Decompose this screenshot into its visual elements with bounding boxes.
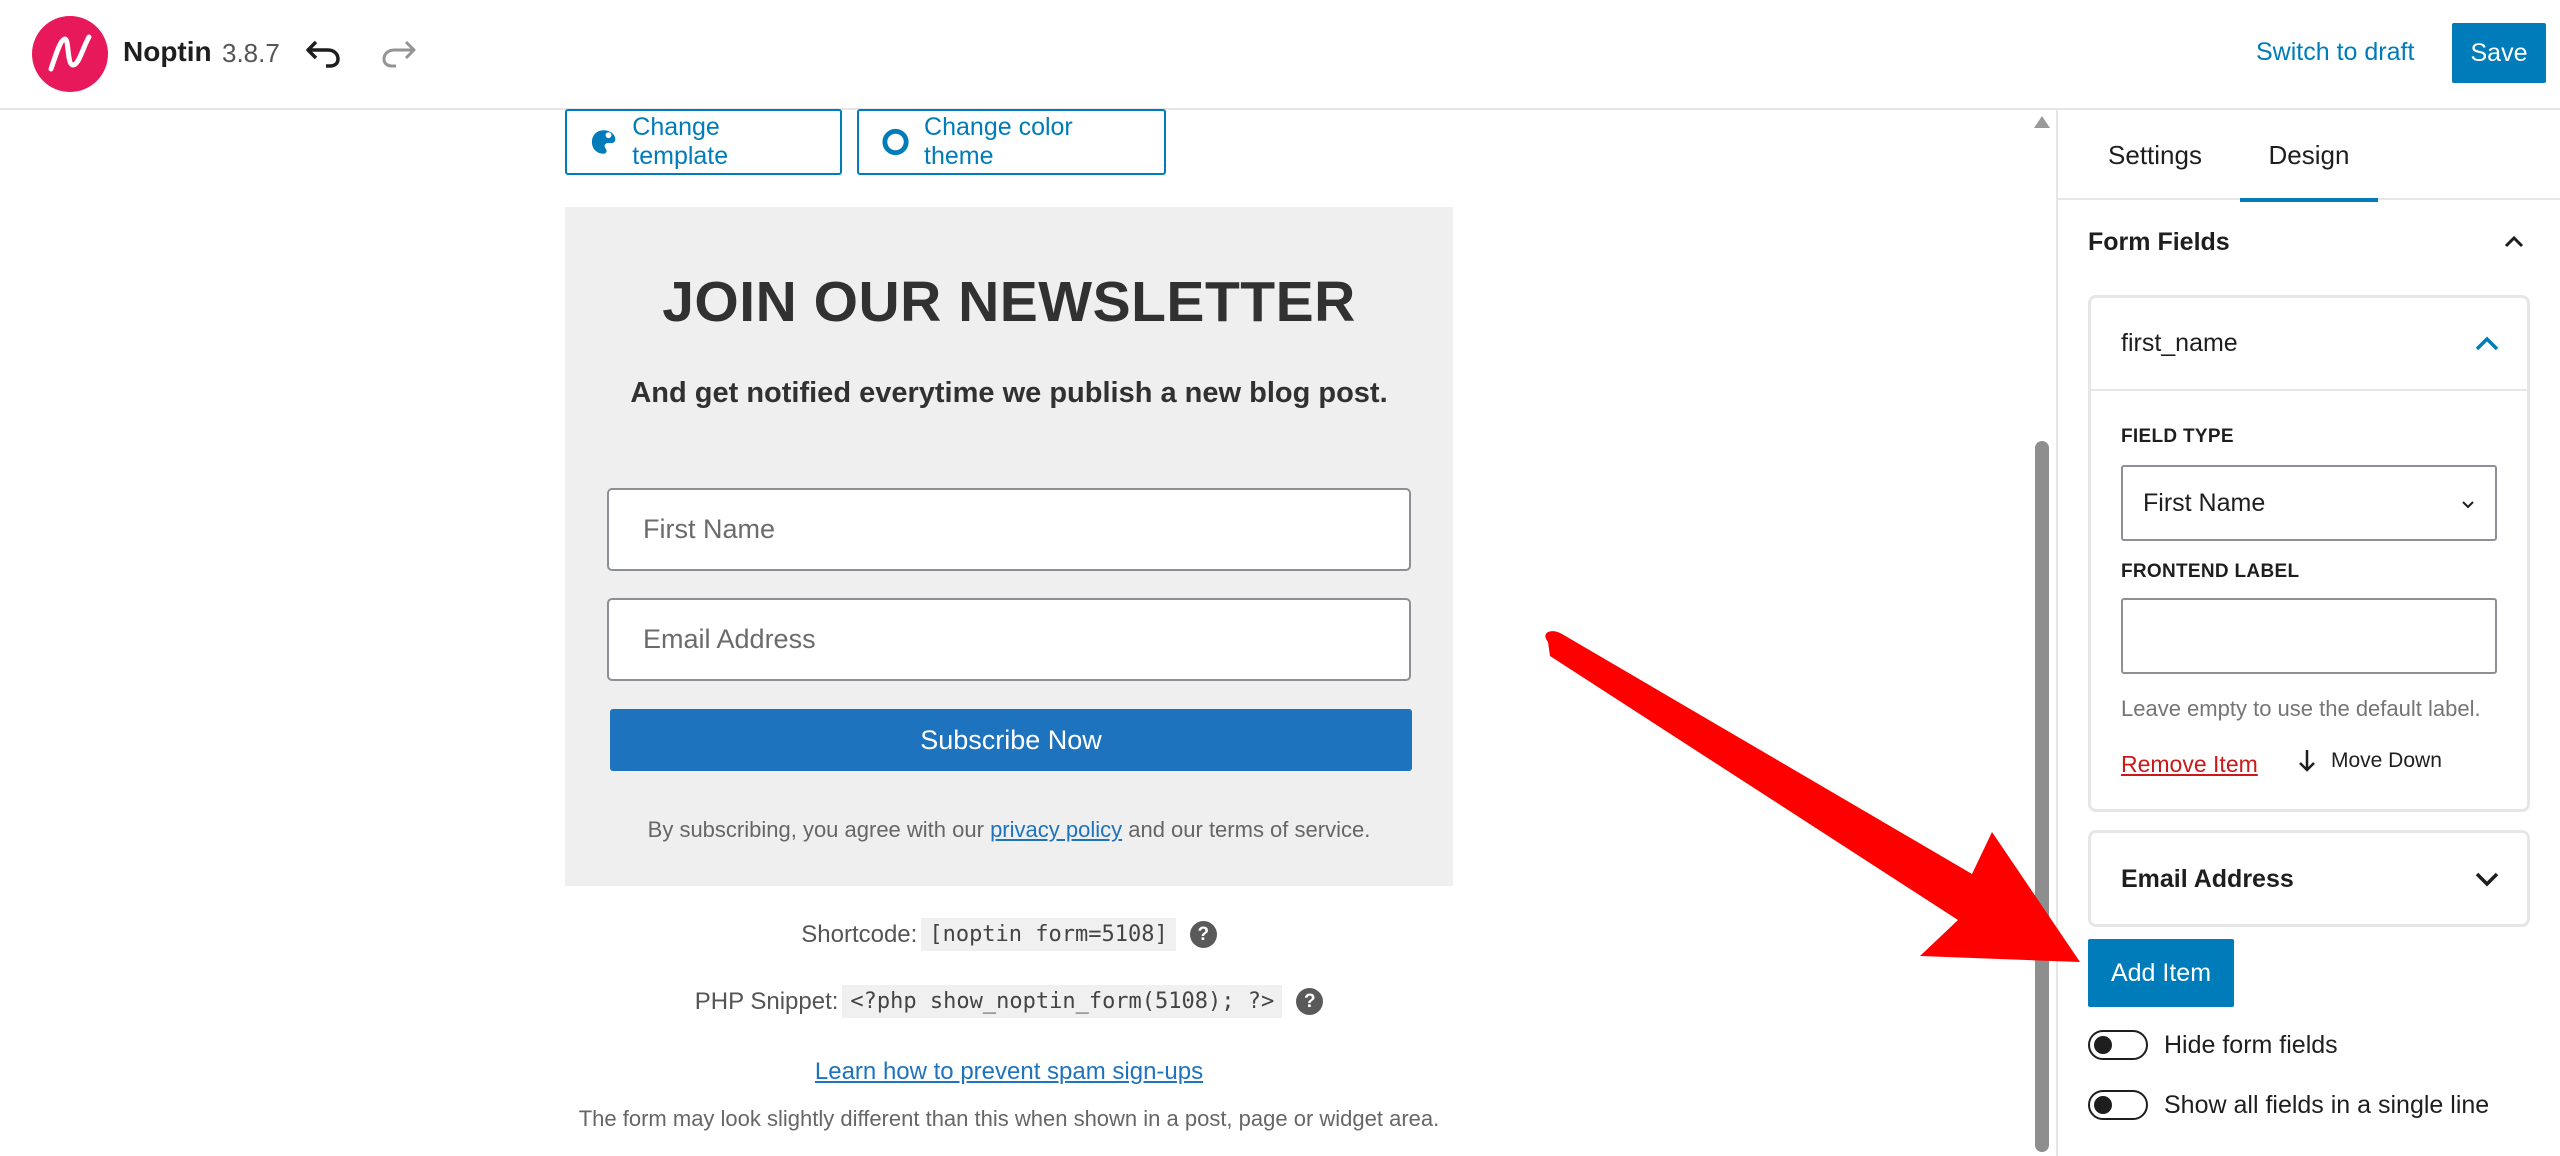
php-snippet-row: PHP Snippet: <?php show_noptin_form(5108…: [565, 985, 1453, 1018]
field-name: Email Address: [2121, 865, 2294, 893]
hide-form-fields-label: Hide form fields: [2164, 1030, 2338, 1059]
change-color-theme-button[interactable]: Change color theme: [857, 109, 1166, 175]
change-template-button[interactable]: Change template: [565, 109, 842, 175]
field-type-label: FIELD TYPE: [2121, 426, 2234, 447]
editor-header: Noptin 3.8.7 Switch to draft Save: [0, 0, 2560, 110]
add-item-button[interactable]: Add Item: [2088, 939, 2234, 1007]
first-name-input[interactable]: First Name: [607, 488, 1411, 571]
hide-form-fields-toggle-row: Hide form fields: [2088, 1030, 2338, 1060]
app-name: Noptin: [123, 36, 212, 67]
tab-settings[interactable]: Settings: [2080, 110, 2230, 200]
change-color-theme-label: Change color theme: [924, 113, 1073, 170]
form-description: And get notified everytime we publish a …: [630, 377, 1388, 409]
chevron-up-icon[interactable]: [2500, 228, 2528, 256]
shortcode-value[interactable]: [noptin form=5108]: [921, 918, 1176, 951]
field-type-value: First Name: [2143, 488, 2266, 517]
single-line-toggle[interactable]: [2088, 1090, 2148, 1120]
settings-sidebar: Settings Design Form Fields first_name F…: [2056, 110, 2560, 1156]
consent-after: and our terms of service.: [1122, 817, 1371, 842]
subscribe-button[interactable]: Subscribe Now: [610, 709, 1412, 771]
shortcode-label: Shortcode:: [801, 920, 918, 948]
newsletter-form-preview: JOIN OUR NEWSLETTER And get notified eve…: [565, 207, 1453, 886]
single-line-label: Show all fields in a single line: [2164, 1090, 2490, 1119]
php-snippet-value[interactable]: <?php show_noptin_form(5108); ?>: [842, 985, 1283, 1018]
field-card-header[interactable]: first_name: [2091, 298, 2527, 391]
sidebar-tabs: Settings Design: [2058, 110, 2560, 202]
field-card-email: Email Address: [2088, 830, 2530, 927]
canvas-scrollbar-thumb[interactable]: [2035, 441, 2049, 1152]
chevron-down-icon[interactable]: [2471, 863, 2503, 895]
frontend-label-label: FRONTEND LABEL: [2121, 561, 2300, 582]
email-input[interactable]: Email Address: [607, 598, 1411, 681]
move-down-button[interactable]: Move Down: [2297, 748, 2442, 774]
remove-item-button[interactable]: Remove Item: [2121, 751, 2258, 778]
shortcode-row: Shortcode: [noptin form=5108] ?: [565, 918, 1453, 951]
palette-icon: [591, 130, 616, 154]
help-icon[interactable]: ?: [1189, 921, 1217, 948]
move-down-label: Move Down: [2331, 749, 2442, 772]
arrow-down-icon: [2299, 750, 2315, 772]
frontend-label-hint: Leave empty to use the default label.: [2121, 696, 2481, 721]
help-icon[interactable]: ?: [1296, 988, 1324, 1015]
save-button[interactable]: Save: [2452, 23, 2546, 83]
field-type-select[interactable]: First Name: [2121, 465, 2497, 541]
single-line-toggle-row: Show all fields in a single line: [2088, 1090, 2489, 1120]
switch-to-draft-button[interactable]: Switch to draft: [2256, 38, 2414, 67]
scroll-up-arrow[interactable]: [2034, 116, 2050, 128]
circle-icon: [882, 128, 909, 156]
chevron-down-icon: [2462, 501, 2474, 509]
privacy-policy-link[interactable]: privacy policy: [990, 817, 1122, 842]
consent-before: By subscribing, you agree with our: [647, 817, 991, 842]
prevent-spam-link[interactable]: Learn how to prevent spam sign-ups: [565, 1058, 1453, 1086]
hide-form-fields-toggle[interactable]: [2088, 1030, 2148, 1060]
undo-icon[interactable]: [302, 32, 344, 74]
chevron-up-icon[interactable]: [2471, 328, 2503, 360]
form-title: JOIN OUR NEWSLETTER: [662, 270, 1356, 334]
preview-disclaimer: The form may look slightly different tha…: [578, 1106, 1440, 1131]
field-name: first_name: [2121, 329, 2238, 357]
noptin-logo-icon[interactable]: [32, 16, 108, 92]
frontend-label-input[interactable]: [2121, 598, 2497, 674]
redo-icon[interactable]: [378, 32, 420, 74]
field-card-header[interactable]: Email Address: [2091, 833, 2527, 926]
app-version: 3.8.7: [222, 38, 280, 68]
php-snippet-label: PHP Snippet:: [694, 987, 839, 1015]
field-card-first-name: first_name FIELD TYPE First Name FRONTEN…: [2088, 295, 2530, 812]
change-template-label: Change template: [632, 113, 729, 170]
consent-text: By subscribing, you agree with our priva…: [565, 817, 1453, 843]
tab-design[interactable]: Design: [2240, 110, 2378, 202]
form-fields-section-title[interactable]: Form Fields: [2088, 228, 2230, 257]
